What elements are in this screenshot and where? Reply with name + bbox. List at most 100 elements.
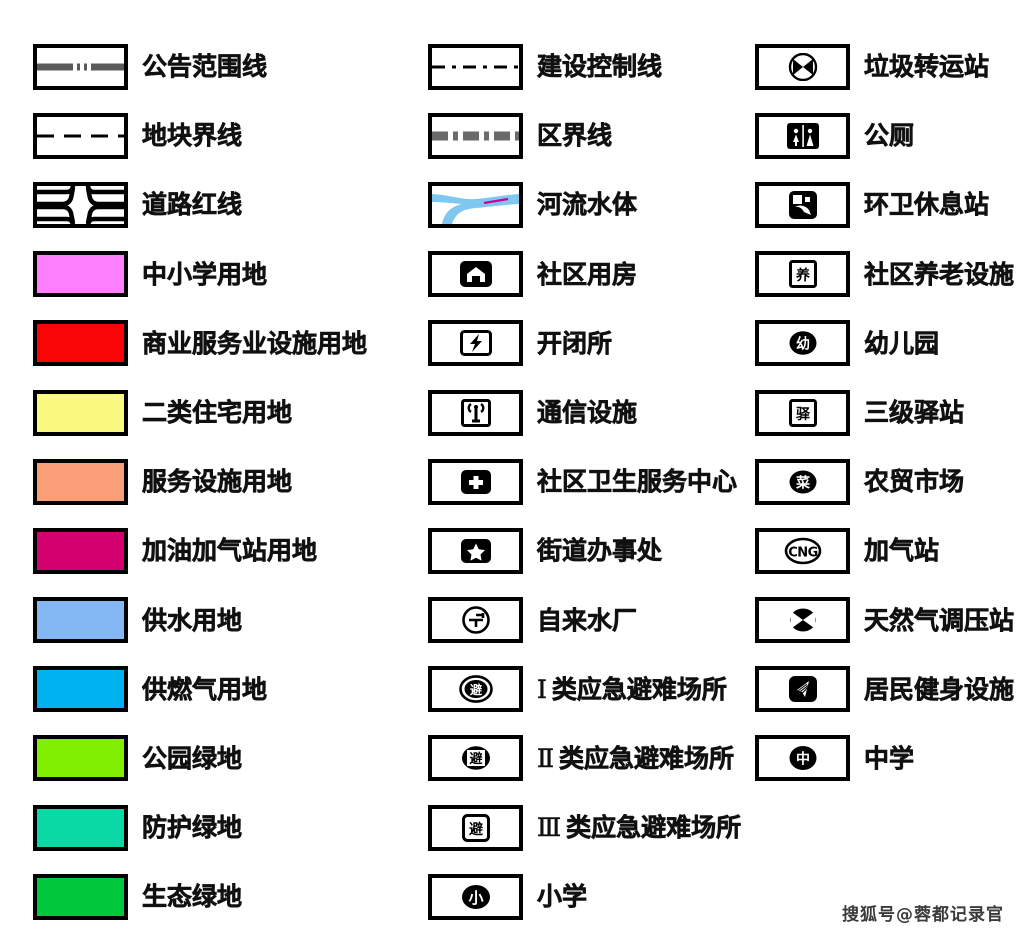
symbol-swatch-shelter-class-3: 避 (428, 804, 523, 851)
post-station-icon: 驿 (788, 398, 817, 427)
symbol-swatch-waterworks (428, 597, 523, 644)
symbol-swatch-commercial-land (33, 320, 128, 367)
star-icon (460, 538, 491, 563)
symbol-swatch-tier3-post-station: 驿 (755, 389, 850, 436)
svg-text:幼: 幼 (796, 336, 810, 353)
district-boundary-line-icon (432, 131, 519, 141)
kindergarten-icon: 幼 (786, 329, 820, 357)
symbol-swatch-residential-type2-land (33, 389, 128, 436)
color-fill (37, 324, 124, 363)
legend-row: 服务设施用地 (33, 447, 413, 516)
symbol-swatch-community-elderly-care: 养 (755, 251, 850, 298)
legend-row: 公告范围线 (33, 32, 413, 101)
color-fill (37, 877, 124, 916)
legend-label: 幼儿园 (864, 328, 940, 358)
symbol-swatch-public-toilet (755, 112, 850, 159)
legend-label: 街道办事处 (537, 536, 663, 566)
symbol-swatch-subdistrict-office (428, 527, 523, 574)
toilet-icon (786, 122, 819, 149)
legend-label: 加油加气站用地 (142, 536, 318, 566)
legend-row: 河流水体 (428, 170, 748, 239)
legend-column-3: 垃圾转运站 公厕 环卫休息站 养 社区养老设施 幼 幼儿园 驿 三级驿站 菜 农… (755, 32, 1020, 793)
legend-row: 幼 幼儿园 (755, 309, 1020, 378)
legend-row: 避 Ⅱ 类应急避难场所 (428, 724, 748, 793)
svg-text:避: 避 (469, 821, 483, 838)
legend-row: 避 Ⅰ 类应急避难场所 (428, 655, 748, 724)
symbol-swatch-kindergarten: 幼 (755, 320, 850, 367)
legend-row: 社区卫生服务中心 (428, 447, 748, 516)
svg-text:CNG: CNG (788, 545, 818, 560)
legend-label: 生态绿地 (142, 882, 243, 912)
legend-row: 垃圾转运站 (755, 32, 1020, 101)
symbol-swatch-water-supply-land (33, 597, 128, 644)
symbol-swatch-protective-green-land (33, 804, 128, 851)
notice-boundary-line-icon (37, 63, 124, 71)
symbol-swatch-service-facility-land (33, 458, 128, 505)
legend-label: 三级驿站 (864, 398, 965, 428)
legend-row: 中小学用地 (33, 240, 413, 309)
roman-numeral: Ⅲ (537, 813, 562, 843)
legend-row: 自来水厂 (428, 586, 748, 655)
symbol-swatch-shelter-class-1: 避 (428, 666, 523, 713)
symbol-swatch-parcel-boundary-line (33, 112, 128, 159)
legend-label: 道路红线 (142, 190, 243, 220)
legend-row: 防护绿地 (33, 793, 413, 862)
shelter-class-3-icon: 避 (461, 813, 490, 842)
color-fill (37, 808, 124, 847)
watermark: 搜狐号@蓉都记录官 (842, 905, 1004, 925)
symbol-swatch-construction-control-line (428, 43, 523, 90)
sanitation-rest-icon (788, 190, 817, 219)
legend-label: 自来水厂 (537, 605, 638, 635)
legend-label: 建设控制线 (537, 52, 663, 82)
garbage-transfer-icon (788, 52, 818, 81)
farmers-market-icon: 菜 (786, 468, 820, 496)
legend-label: 公园绿地 (142, 743, 243, 773)
legend-label: 社区用房 (537, 259, 638, 289)
legend-label: Ⅱ 类应急避难场所 (537, 743, 735, 773)
symbol-swatch-district-boundary-line (428, 112, 523, 159)
color-fill (37, 255, 124, 294)
cng-icon: CNG (784, 537, 822, 565)
color-fill (37, 462, 124, 501)
fitness-icon (788, 676, 817, 703)
lightning-bolt-icon (459, 330, 492, 357)
shelter-class-1-icon: 避 (458, 675, 493, 704)
legend-label: 区界线 (537, 121, 613, 151)
map-legend: 公告范围线 地块界线 道路红线 中小学用地 商业服务业设施用地 二类住宅用地 服… (0, 0, 1022, 937)
legend-label: 中学 (864, 743, 915, 773)
legend-row: 建设控制线 (428, 32, 748, 101)
legend-label: 通信设施 (537, 398, 638, 428)
middle-school-icon: 中 (786, 744, 820, 772)
symbol-swatch-school-land (33, 251, 128, 298)
symbol-swatch-resident-fitness-facility (755, 666, 850, 713)
legend-row: 生态绿地 (33, 862, 413, 931)
symbol-swatch-communication-facility (428, 389, 523, 436)
legend-label: 公告范围线 (142, 52, 268, 82)
legend-label: 防护绿地 (142, 813, 243, 843)
svg-text:中: 中 (796, 751, 810, 768)
symbol-swatch-notice-boundary-line (33, 43, 128, 90)
symbol-swatch-garbage-transfer-station (755, 43, 850, 90)
river-water-body-icon (432, 186, 519, 224)
legend-label: 公厕 (864, 121, 915, 151)
roman-numeral: Ⅱ (537, 743, 555, 773)
legend-label: 环卫休息站 (864, 190, 990, 220)
antenna-icon (460, 398, 491, 427)
legend-row: 供水用地 (33, 586, 413, 655)
roman-numeral: Ⅰ (537, 674, 547, 704)
legend-row: 供燃气用地 (33, 655, 413, 724)
symbol-swatch-cng-station: CNG (755, 527, 850, 574)
symbol-swatch-primary-school: 小 (428, 873, 523, 920)
legend-label: 社区养老设施 (864, 259, 1015, 289)
legend-label: 商业服务业设施用地 (142, 328, 368, 358)
color-fill (37, 739, 124, 778)
construction-control-line-icon (432, 65, 519, 69)
symbol-swatch-fuel-gas-station-land (33, 527, 128, 574)
legend-label: 垃圾转运站 (864, 52, 990, 82)
legend-label-text: 类应急避难场所 (566, 813, 742, 843)
symbol-swatch-community-housing (428, 251, 523, 298)
legend-row: 天然气调压站 (755, 586, 1020, 655)
shelter-class-2-icon: 避 (459, 744, 493, 772)
legend-row: 通信设施 (428, 378, 748, 447)
symbol-swatch-community-health-center (428, 458, 523, 505)
